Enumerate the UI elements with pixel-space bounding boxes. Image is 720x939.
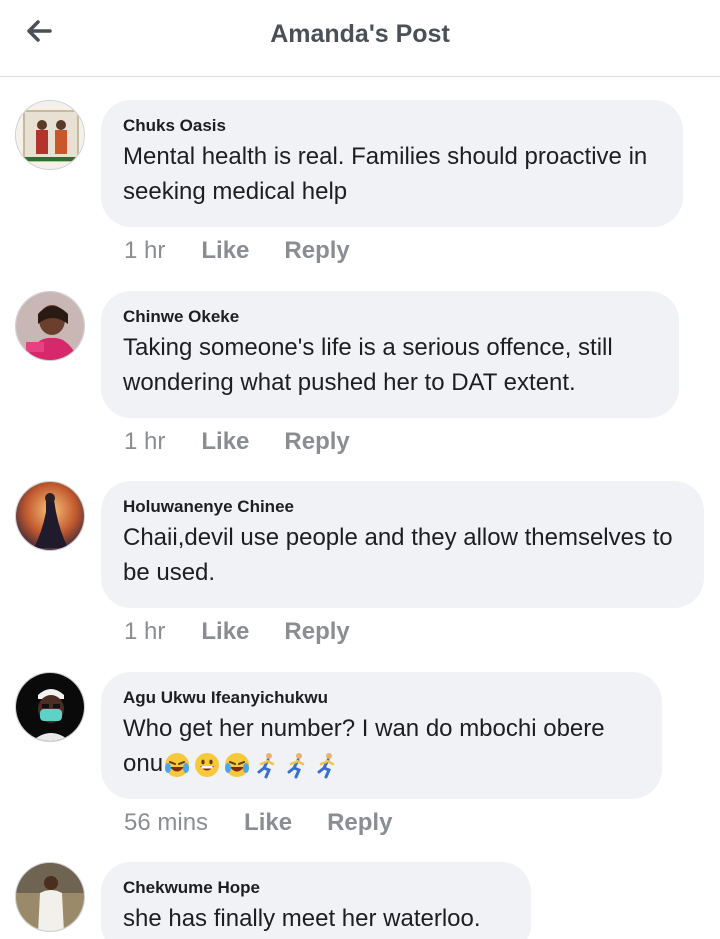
- comment-time: 1 hr: [124, 428, 166, 455]
- grinning-emoji: [193, 751, 221, 779]
- comment-text: she has finally meet her waterloo.: [123, 905, 481, 932]
- avatar[interactable]: [15, 862, 85, 932]
- comment-actions: 1 hr Like Reply: [124, 428, 350, 456]
- comment-author[interactable]: Chekwume Hope: [123, 878, 509, 898]
- running-man-emoji: [283, 751, 311, 779]
- comment-text: Mental health is real. Families should p…: [123, 143, 648, 205]
- comment-text: Chaii,devil use people and they allow th…: [123, 524, 673, 586]
- comment-bubble[interactable]: Agu Ukwu Ifeanyichukwu Who get her numbe…: [101, 672, 662, 799]
- running-man-emoji: [313, 751, 341, 779]
- comment-bubble[interactable]: Chuks Oasis Mental health is real. Famil…: [101, 100, 683, 227]
- comment-actions: 56 mins Like Reply: [124, 809, 392, 837]
- top-bar: Amanda's Post: [0, 0, 720, 77]
- avatar[interactable]: [15, 672, 85, 742]
- running-man-emoji: [253, 751, 281, 779]
- comment-author[interactable]: Holuwanenye Chinee: [123, 497, 682, 517]
- comment-actions: 1 hr Like Reply: [124, 237, 350, 265]
- comment-author[interactable]: Chuks Oasis: [123, 116, 661, 136]
- avatar[interactable]: [15, 291, 85, 361]
- comment-bubble[interactable]: Chekwume Hope she has finally meet her w…: [101, 862, 531, 939]
- crying-laughing-emoji: [223, 751, 251, 779]
- comment-time: 1 hr: [124, 618, 166, 645]
- reply-button[interactable]: Reply: [284, 237, 349, 265]
- comment-actions: 1 hr Like Reply: [124, 618, 350, 646]
- avatar[interactable]: [15, 100, 85, 170]
- crying-laughing-emoji: [163, 751, 191, 779]
- comment-text: Who get her number? I wan do mbochi ober…: [123, 711, 640, 781]
- like-button[interactable]: Like: [201, 618, 249, 646]
- like-button[interactable]: Like: [201, 237, 249, 265]
- avatar[interactable]: [15, 481, 85, 551]
- like-button[interactable]: Like: [201, 428, 249, 456]
- reply-button[interactable]: Reply: [284, 618, 349, 646]
- comment-time: 56 mins: [124, 809, 209, 836]
- page-title: Amanda's Post: [270, 20, 450, 48]
- comment-author[interactable]: Agu Ukwu Ifeanyichukwu: [123, 688, 640, 708]
- comment-text: Taking someone's life is a serious offen…: [123, 334, 613, 396]
- comment-bubble[interactable]: Chinwe Okeke Taking someone's life is a …: [101, 291, 679, 418]
- comment-author[interactable]: Chinwe Okeke: [123, 307, 657, 327]
- reply-button[interactable]: Reply: [327, 809, 392, 837]
- comment-bubble[interactable]: Holuwanenye Chinee Chaii,devil use peopl…: [101, 481, 704, 608]
- like-button[interactable]: Like: [244, 809, 292, 837]
- reply-button[interactable]: Reply: [284, 428, 349, 456]
- comment-time: 1 hr: [124, 237, 166, 264]
